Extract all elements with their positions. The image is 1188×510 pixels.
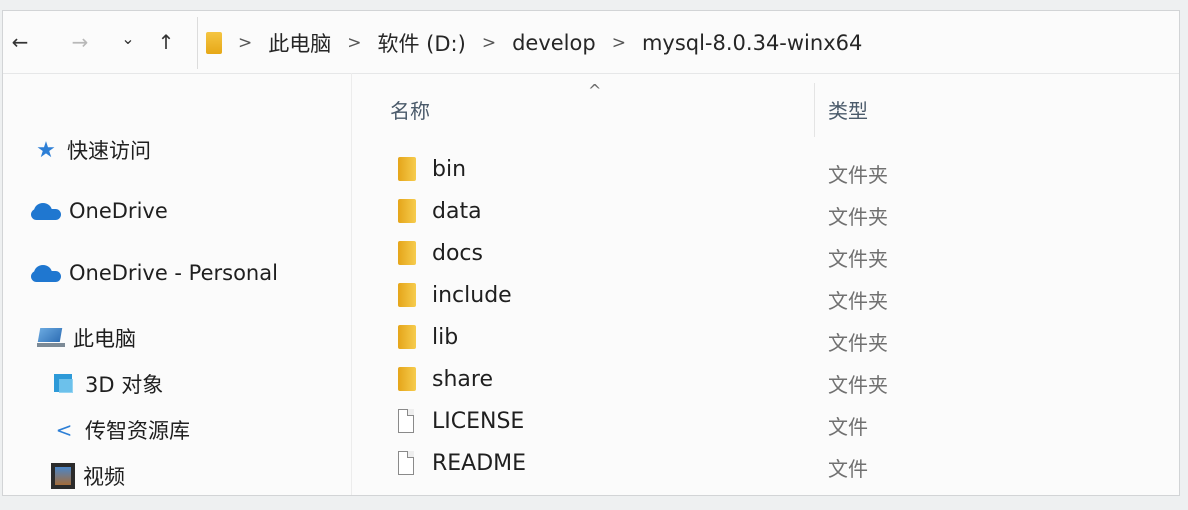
folder-icon xyxy=(398,157,416,181)
file-row[interactable]: bin 文件夹 xyxy=(352,149,1179,189)
sidebar-item-videos[interactable]: 视频 xyxy=(51,461,125,491)
sidebar-item-label: OneDrive xyxy=(69,199,168,223)
file-name: data xyxy=(432,199,482,224)
navigation-pane: ★ 快速访问 OneDrive OneDrive - Personal 此电脑 … xyxy=(3,73,352,495)
file-name: README xyxy=(432,451,527,476)
chevron-right-icon[interactable]: > xyxy=(238,33,252,53)
folder-icon xyxy=(398,241,416,265)
up-button[interactable]: ↑ xyxy=(153,29,179,55)
sidebar-item-quick-access[interactable]: ★ 快速访问 xyxy=(33,135,151,165)
cloud-icon xyxy=(31,264,61,282)
share-icon: < xyxy=(55,418,73,442)
file-row[interactable]: share 文件夹 xyxy=(352,359,1179,399)
sidebar-item-label: 3D 对象 xyxy=(85,373,164,397)
sidebar-item-onedrive-personal[interactable]: OneDrive - Personal xyxy=(31,261,278,285)
breadcrumb-mysql-folder[interactable]: mysql-8.0.34-winx64 xyxy=(642,31,862,55)
folder-icon xyxy=(398,283,416,307)
sidebar-item-label: 视频 xyxy=(83,465,125,489)
chevron-right-icon[interactable]: > xyxy=(482,33,496,53)
path-box[interactable]: > 此电脑 > 软件 (D:) > develop > mysql-8.0.34… xyxy=(197,17,1173,69)
cloud-icon xyxy=(31,202,61,220)
sidebar-item-label: 快速访问 xyxy=(67,139,151,163)
file-row[interactable]: README 文件 xyxy=(352,443,1179,483)
folder-icon xyxy=(206,32,222,54)
file-name: bin xyxy=(432,157,467,182)
sidebar-item-label: 此电脑 xyxy=(73,327,136,351)
column-divider[interactable] xyxy=(814,83,815,137)
file-row[interactable]: include 文件夹 xyxy=(352,275,1179,315)
breadcrumb-drive-d[interactable]: 软件 (D:) xyxy=(378,28,466,58)
sidebar-item-label: 传智资源库 xyxy=(85,419,190,443)
file-type: 文件夹 xyxy=(828,247,888,271)
sidebar-item-label: OneDrive - Personal xyxy=(69,261,278,285)
file-type: 文件夹 xyxy=(828,205,888,229)
breadcrumb-this-pc[interactable]: 此电脑 xyxy=(268,28,331,58)
sidebar-item-this-pc[interactable]: 此电脑 xyxy=(37,323,136,353)
file-type: 文件夹 xyxy=(828,289,888,313)
sidebar-item-resource-library[interactable]: < 传智资源库 xyxy=(51,415,190,445)
computer-icon xyxy=(37,328,65,348)
star-icon: ★ xyxy=(36,137,56,163)
cube-icon xyxy=(51,371,77,397)
file-type: 文件夹 xyxy=(828,331,888,355)
folder-icon xyxy=(398,199,416,223)
sidebar-item-3d-objects[interactable]: 3D 对象 xyxy=(51,369,163,399)
file-row[interactable]: lib 文件夹 xyxy=(352,317,1179,357)
file-type: 文件 xyxy=(828,415,868,439)
sidebar-item-onedrive[interactable]: OneDrive xyxy=(31,199,168,223)
file-explorer-window: ← → ⌄ ↑ > 此电脑 > 软件 (D:) > develop > mysq… xyxy=(2,10,1180,496)
file-list: ^ 名称 类型 bin 文件夹 data 文件夹 docs 文件夹 includ… xyxy=(352,73,1179,495)
file-row[interactable]: LICENSE 文件 xyxy=(352,401,1179,441)
column-header-name[interactable]: 名称 xyxy=(390,95,430,124)
file-type: 文件夹 xyxy=(828,163,888,187)
file-type: 文件夹 xyxy=(828,373,888,397)
file-name: docs xyxy=(432,241,483,266)
document-icon xyxy=(398,451,414,475)
chevron-right-icon[interactable]: > xyxy=(612,33,626,53)
column-header-type[interactable]: 类型 xyxy=(828,95,868,124)
address-bar: ← → ⌄ ↑ > 此电脑 > 软件 (D:) > develop > mysq… xyxy=(3,11,1179,74)
sort-ascending-icon: ^ xyxy=(588,81,602,100)
video-icon xyxy=(51,463,75,489)
breadcrumb-develop[interactable]: develop xyxy=(512,31,596,55)
file-name: include xyxy=(432,283,512,308)
file-name: LICENSE xyxy=(432,409,525,434)
folder-icon xyxy=(398,325,416,349)
chevron-right-icon[interactable]: > xyxy=(347,33,361,53)
file-row[interactable]: data 文件夹 xyxy=(352,191,1179,231)
document-icon xyxy=(398,409,414,433)
recent-locations-button[interactable]: ⌄ xyxy=(115,25,141,51)
forward-button[interactable]: → xyxy=(67,29,93,55)
breadcrumb: > 此电脑 > 软件 (D:) > develop > mysql-8.0.34… xyxy=(206,17,862,69)
file-row[interactable]: docs 文件夹 xyxy=(352,233,1179,273)
back-button[interactable]: ← xyxy=(7,29,33,55)
file-name: share xyxy=(432,367,493,392)
file-type: 文件 xyxy=(828,457,868,481)
folder-icon xyxy=(398,367,416,391)
file-name: lib xyxy=(432,325,459,350)
